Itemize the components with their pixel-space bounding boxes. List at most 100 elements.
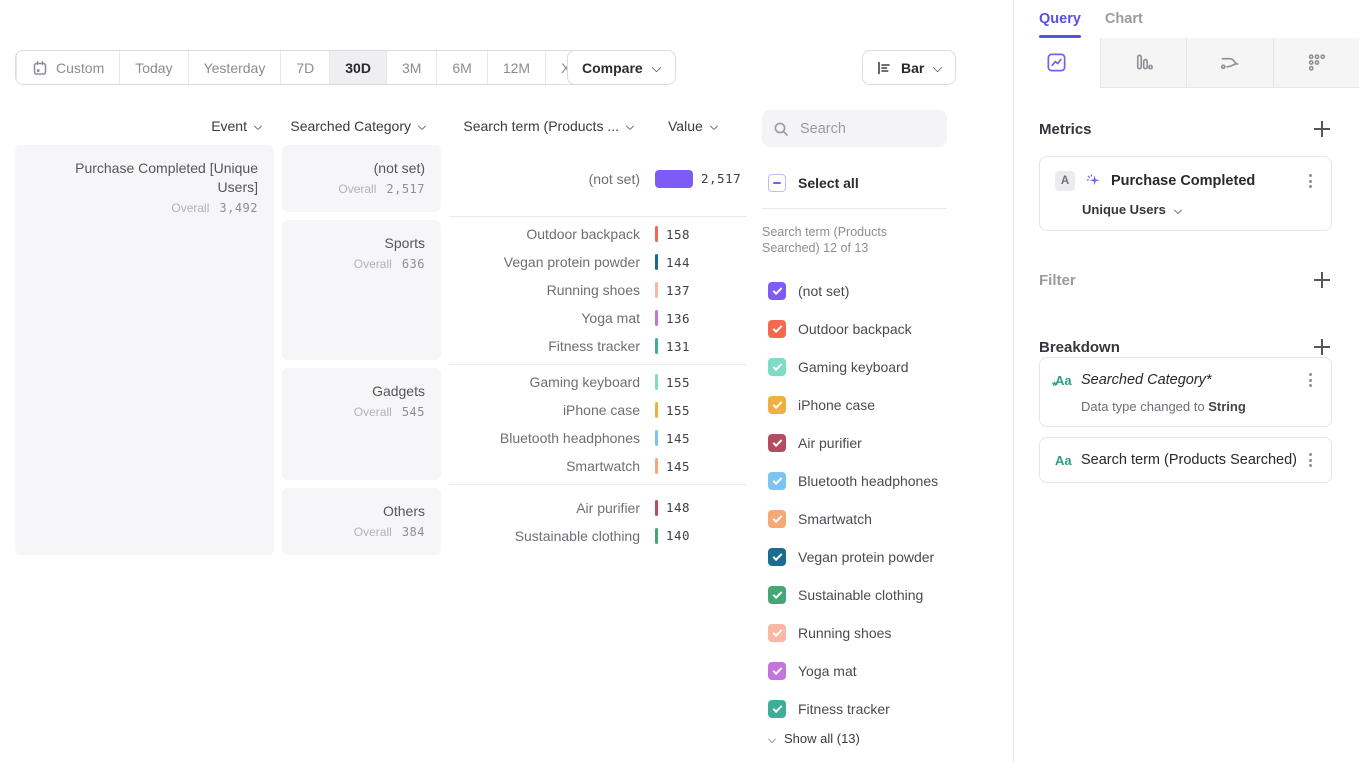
- segment-checkbox-item[interactable]: Bluetooth headphones: [762, 462, 947, 500]
- term-row[interactable]: (not set) 2,517: [449, 165, 747, 193]
- category-cell[interactable]: (not set) Overall 2,517: [282, 145, 441, 212]
- segment-checkbox[interactable]: [768, 662, 786, 680]
- segment-checkbox-item[interactable]: Running shoes: [762, 614, 947, 652]
- breakdown-card[interactable]: Aa Search term (Products Searched): [1039, 437, 1332, 483]
- term-row[interactable]: Outdoor backpack 158: [449, 220, 747, 248]
- search-input[interactable]: [798, 120, 936, 138]
- date-range-button[interactable]: 12M: [487, 51, 545, 84]
- select-all-row[interactable]: Select all: [762, 174, 947, 192]
- aggregation-dropdown[interactable]: Unique Users: [1082, 202, 1316, 217]
- segment-checkbox[interactable]: [768, 548, 786, 566]
- column-header-searched-category[interactable]: Searched Category: [282, 116, 426, 136]
- category-group: (not set) Overall 2,517 (not set) 2,: [282, 145, 747, 212]
- term-row[interactable]: Bluetooth headphones 145: [449, 424, 747, 452]
- segment-checkbox-item[interactable]: Sustainable clothing: [762, 576, 947, 614]
- segment-checkbox-item[interactable]: Gaming keyboard: [762, 348, 947, 386]
- segment-checkbox-item[interactable]: Vegan protein powder: [762, 538, 947, 576]
- retention-grid-tab[interactable]: [1273, 38, 1359, 88]
- term-value: 148: [666, 500, 690, 515]
- indeterminate-dash-icon: [773, 182, 781, 184]
- term-row[interactable]: Yoga mat 136: [449, 304, 747, 332]
- segment-checkbox-item[interactable]: Air purifier: [762, 424, 947, 462]
- compare-button[interactable]: Compare: [567, 50, 676, 85]
- panel-tab[interactable]: Chart: [1105, 0, 1143, 38]
- chart-type-button[interactable]: Bar: [862, 50, 956, 85]
- term-label: Yoga mat: [449, 310, 640, 326]
- event-name: Purchase Completed [Unique Users]: [31, 159, 258, 197]
- kebab-menu-icon[interactable]: [1305, 171, 1316, 191]
- term-row[interactable]: Smartwatch 145: [449, 452, 747, 480]
- metric-event-name: Purchase Completed: [1111, 173, 1296, 189]
- segment-checkbox-list: (not set) Outdoor backpack Gaming keyboa…: [762, 272, 947, 728]
- segment-label: Smartwatch: [798, 511, 872, 527]
- select-all-checkbox[interactable]: [768, 174, 786, 192]
- category-overall: Overall 384: [298, 525, 425, 539]
- add-metric-button[interactable]: [1312, 119, 1332, 139]
- column-header-label: Event: [211, 118, 247, 134]
- panel-tab[interactable]: Query: [1039, 0, 1081, 38]
- show-all-toggle[interactable]: Show all (13): [762, 731, 947, 746]
- breakdown-card[interactable]: Aa* Searched Category* Data type changed…: [1039, 357, 1332, 427]
- category-cell[interactable]: Gadgets Overall 545: [282, 368, 441, 480]
- date-range-label: 7D: [296, 60, 314, 76]
- chevron-down-icon: [626, 122, 634, 130]
- category-groups: (not set) Overall 2,517 (not set) 2,: [282, 145, 747, 555]
- breakdown-property-name: Search term (Products Searched): [1081, 452, 1297, 468]
- date-range-button[interactable]: 6M: [436, 51, 486, 84]
- segment-checkbox[interactable]: [768, 396, 786, 414]
- category-overall: Overall 545: [298, 405, 425, 419]
- segment-checkbox[interactable]: [768, 320, 786, 338]
- insights-chart-tab[interactable]: [1014, 38, 1100, 88]
- segment-checkbox-item[interactable]: (not set): [762, 272, 947, 310]
- segment-checkbox[interactable]: [768, 510, 786, 528]
- segment-checkbox[interactable]: [768, 282, 786, 300]
- column-header-value[interactable]: Value: [668, 116, 732, 136]
- kebab-menu-icon[interactable]: [1305, 370, 1316, 390]
- term-row[interactable]: Gaming keyboard 155: [449, 368, 747, 396]
- segment-checkbox[interactable]: [768, 700, 786, 718]
- date-range-button[interactable]: Yesterday: [188, 51, 281, 84]
- flows-tab[interactable]: [1186, 38, 1273, 88]
- column-header-event[interactable]: Event: [15, 116, 262, 136]
- segment-checkbox[interactable]: [768, 624, 786, 642]
- category-cell[interactable]: Others Overall 384: [282, 488, 441, 555]
- segment-checkbox-item[interactable]: Yoga mat: [762, 652, 947, 690]
- term-rows: Air purifier 148 Sustainable clothing 14…: [449, 488, 747, 555]
- retention-grid-icon: [1305, 51, 1328, 74]
- segment-checkbox-item[interactable]: Smartwatch: [762, 500, 947, 538]
- date-range-button[interactable]: 7D: [280, 51, 329, 84]
- query-builder-panel: Query Chart Metrics A: [1013, 0, 1359, 762]
- term-value: 145: [666, 431, 690, 446]
- term-row[interactable]: Vegan protein powder 144: [449, 248, 747, 276]
- add-breakdown-button[interactable]: [1312, 337, 1332, 357]
- term-row[interactable]: iPhone case 155: [449, 396, 747, 424]
- metric-card[interactable]: A Purchase Completed Unique Users: [1039, 156, 1332, 231]
- term-row[interactable]: Running shoes 137: [449, 276, 747, 304]
- segment-checkbox-item[interactable]: Fitness tracker: [762, 690, 947, 728]
- segment-checkbox[interactable]: [768, 358, 786, 376]
- event-cell[interactable]: Purchase Completed [Unique Users] Overal…: [15, 145, 274, 555]
- date-range-button[interactable]: 3M: [386, 51, 436, 84]
- column-header-search-term[interactable]: Search term (Products ...: [449, 116, 634, 136]
- term-row[interactable]: Fitness tracker 131: [449, 332, 747, 360]
- query-sections: Metrics A Purchase Completed Unique User…: [1014, 119, 1359, 483]
- kebab-menu-icon[interactable]: [1305, 450, 1316, 470]
- date-range-button[interactable]: Today: [119, 51, 187, 84]
- category-cell[interactable]: Sports Overall 636: [282, 220, 441, 360]
- segment-checkbox-item[interactable]: Outdoor backpack: [762, 310, 947, 348]
- term-row[interactable]: Sustainable clothing 140: [449, 522, 747, 550]
- segment-checkbox[interactable]: [768, 586, 786, 604]
- overall-label: Overall: [354, 405, 392, 419]
- term-row[interactable]: Air purifier 148: [449, 494, 747, 522]
- date-range-button[interactable]: Custom: [16, 51, 119, 84]
- date-range-button[interactable]: 30D: [329, 51, 386, 84]
- bar-chart-tab[interactable]: [1100, 38, 1187, 88]
- checkmark-icon: [772, 551, 782, 561]
- segment-checkbox[interactable]: [768, 434, 786, 452]
- segment-checkbox[interactable]: [768, 472, 786, 490]
- add-filter-button[interactable]: [1312, 270, 1332, 290]
- value-bar: [655, 528, 658, 544]
- segment-checkbox-item[interactable]: iPhone case: [762, 386, 947, 424]
- checkmark-icon: [772, 399, 782, 409]
- search-box[interactable]: [762, 110, 947, 147]
